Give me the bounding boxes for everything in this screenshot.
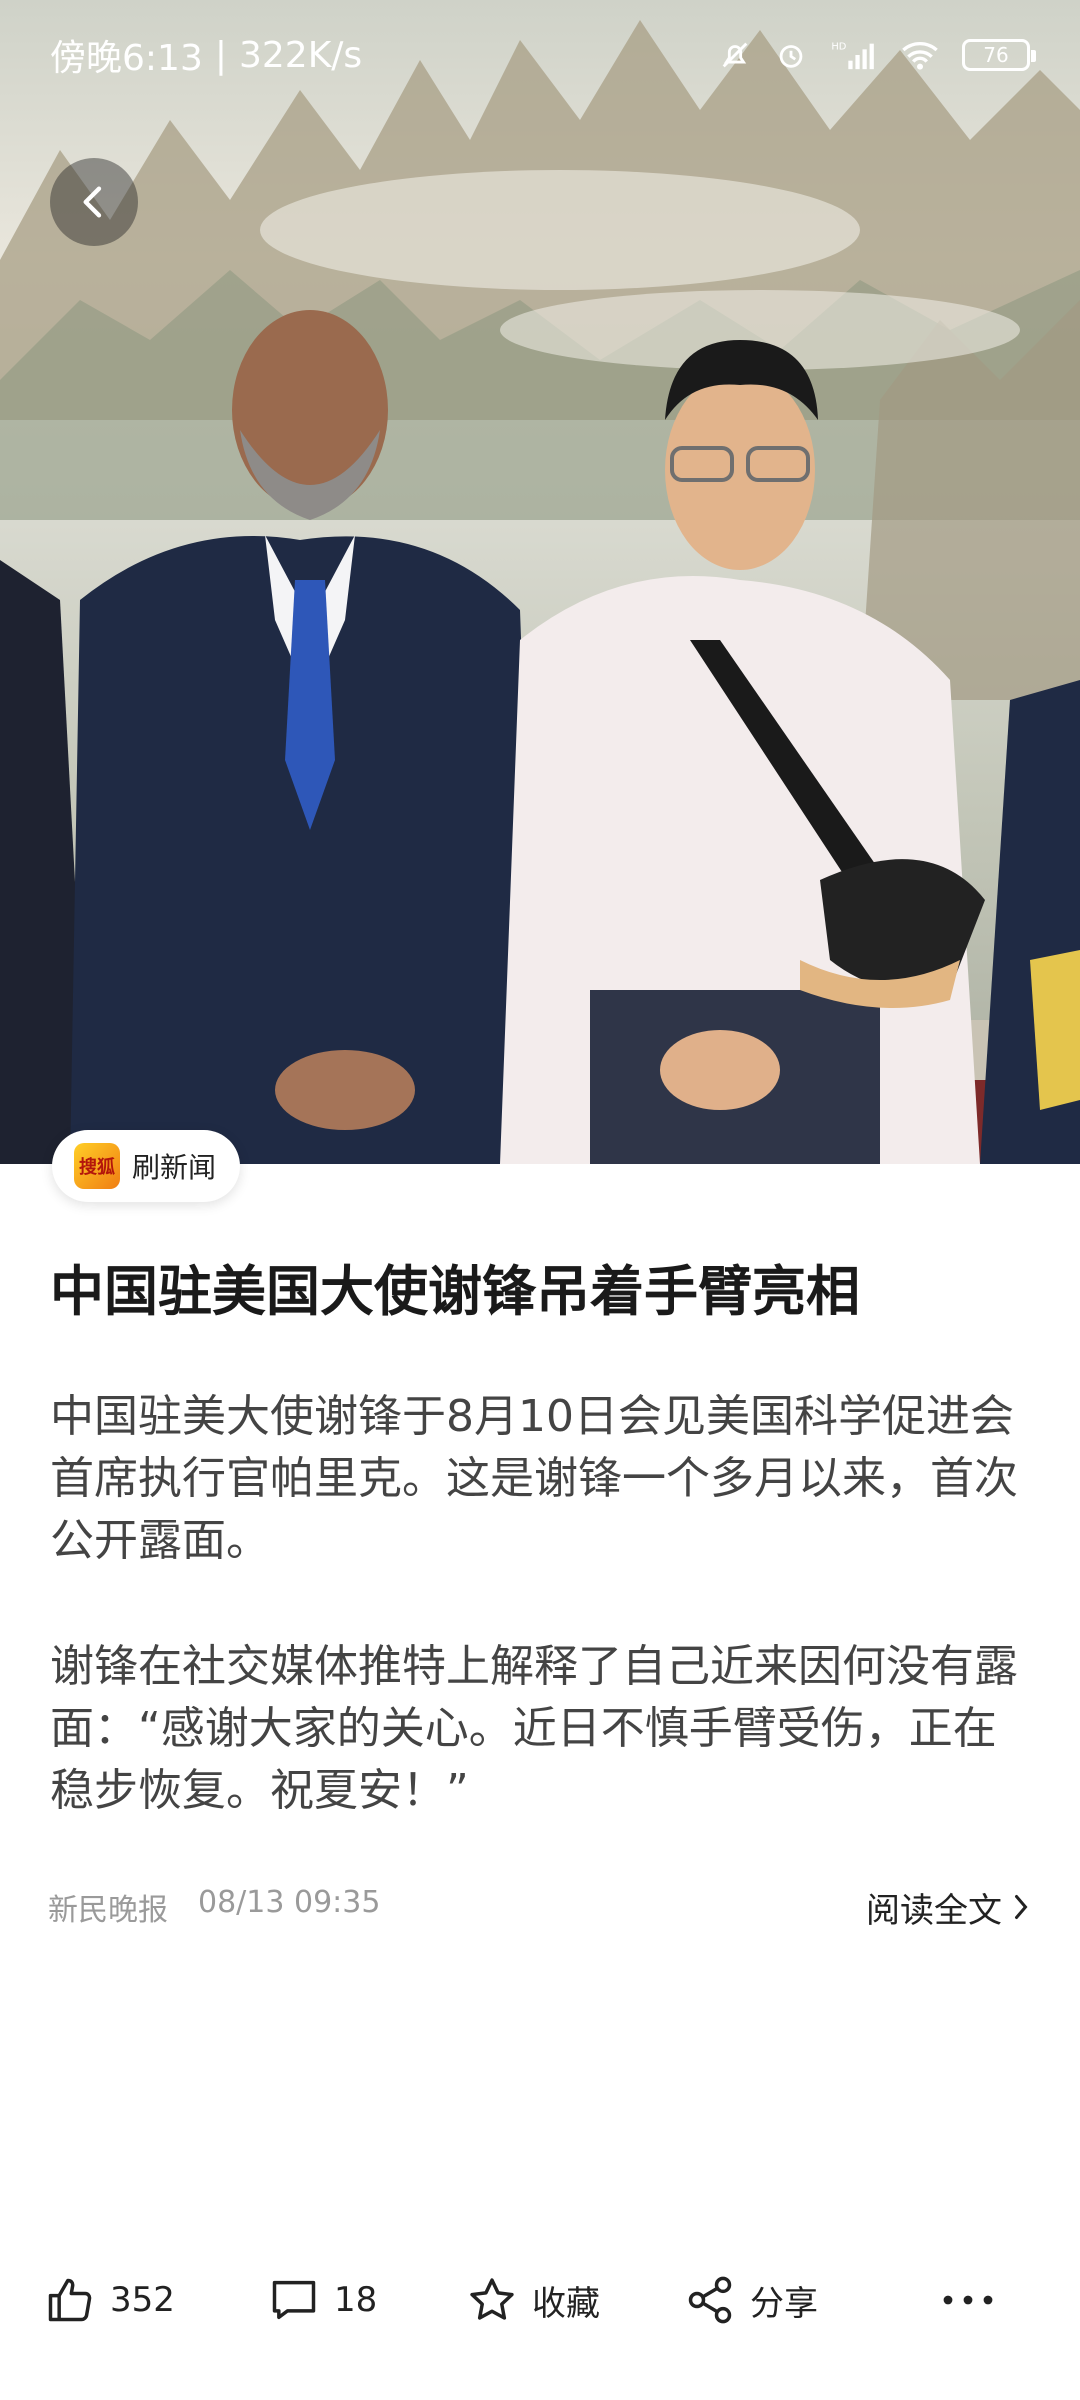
chevron-left-icon bbox=[83, 186, 102, 218]
bottom-action-bar: 352 18 收藏 分享 bbox=[0, 2240, 1080, 2360]
article-hero-photo bbox=[0, 0, 1080, 1164]
hd-signal-icon: HD bbox=[831, 41, 874, 70]
article-paragraph-1: 中国驻美大使谢锋于8月10日会见美国科学促进会首席执行官帕里克。这是谢锋一个多月… bbox=[50, 1391, 1018, 1566]
wifi-icon bbox=[902, 42, 938, 70]
hero-photo-illustration bbox=[0, 20, 1080, 1164]
star-icon bbox=[470, 2278, 514, 2320]
status-bar: 傍晚6:13 | 322K/s HD 76 bbox=[0, 0, 1080, 110]
more-button[interactable] bbox=[940, 2290, 996, 2310]
mute-icon bbox=[722, 42, 748, 68]
like-button[interactable]: 352 bbox=[44, 2274, 175, 2326]
svg-text:HD: HD bbox=[831, 41, 846, 52]
source-badge[interactable]: 搜狐 刷新闻 bbox=[52, 1130, 241, 1202]
status-time: 傍晚6:13 bbox=[50, 38, 203, 79]
more-icon bbox=[943, 2295, 993, 2305]
article-title: 中国驻美国大使谢锋吊着手臂亮相 bbox=[50, 1260, 860, 1323]
like-count: 352 bbox=[110, 2280, 175, 2320]
read-full-label: 阅读全文 bbox=[866, 1890, 1002, 1931]
publish-datetime: 08/13 09:35 bbox=[198, 1885, 381, 1920]
status-icons: HD 76 bbox=[718, 38, 1036, 72]
share-button[interactable]: 分享 bbox=[684, 2274, 818, 2326]
comment-count: 18 bbox=[334, 2280, 378, 2320]
share-label: 分享 bbox=[750, 2283, 818, 2324]
read-full-link[interactable]: 阅读全文 bbox=[866, 1883, 1032, 1932]
status-left: 傍晚6:13 | 322K/s bbox=[50, 29, 362, 81]
share-icon bbox=[688, 2276, 732, 2324]
sohu-logo-icon: 搜狐 bbox=[74, 1143, 120, 1189]
article-meta: 新民晚报 08/13 09:35 阅读全文 bbox=[48, 1882, 1032, 1932]
logo-text: 搜狐 bbox=[79, 1157, 115, 1178]
article-meta-left: 新民晚报 08/13 09:35 bbox=[48, 1885, 380, 1929]
back-button[interactable] bbox=[50, 158, 138, 246]
thumbs-up-icon bbox=[48, 2278, 92, 2322]
favorite-label: 收藏 bbox=[532, 2283, 600, 2324]
battery-level: 76 bbox=[983, 43, 1009, 67]
alarm-icon bbox=[779, 45, 803, 68]
network-speed: 322K/s bbox=[238, 34, 363, 76]
article-paragraph-2: 谢锋在社交媒体推特上解释了自己近来因何没有露面：“感谢大家的关心。近日不慎手臂受… bbox=[50, 1641, 1018, 1816]
status-divider: | bbox=[214, 34, 227, 76]
favorite-button[interactable]: 收藏 bbox=[466, 2274, 600, 2326]
comment-button[interactable]: 18 bbox=[268, 2274, 377, 2326]
chevron-right-icon bbox=[1015, 1895, 1028, 1919]
comment-icon bbox=[272, 2280, 316, 2320]
source-label: 刷新闻 bbox=[132, 1151, 217, 1184]
publisher-name: 新民晚报 bbox=[48, 1893, 168, 1928]
battery-icon: 76 bbox=[962, 39, 1036, 71]
